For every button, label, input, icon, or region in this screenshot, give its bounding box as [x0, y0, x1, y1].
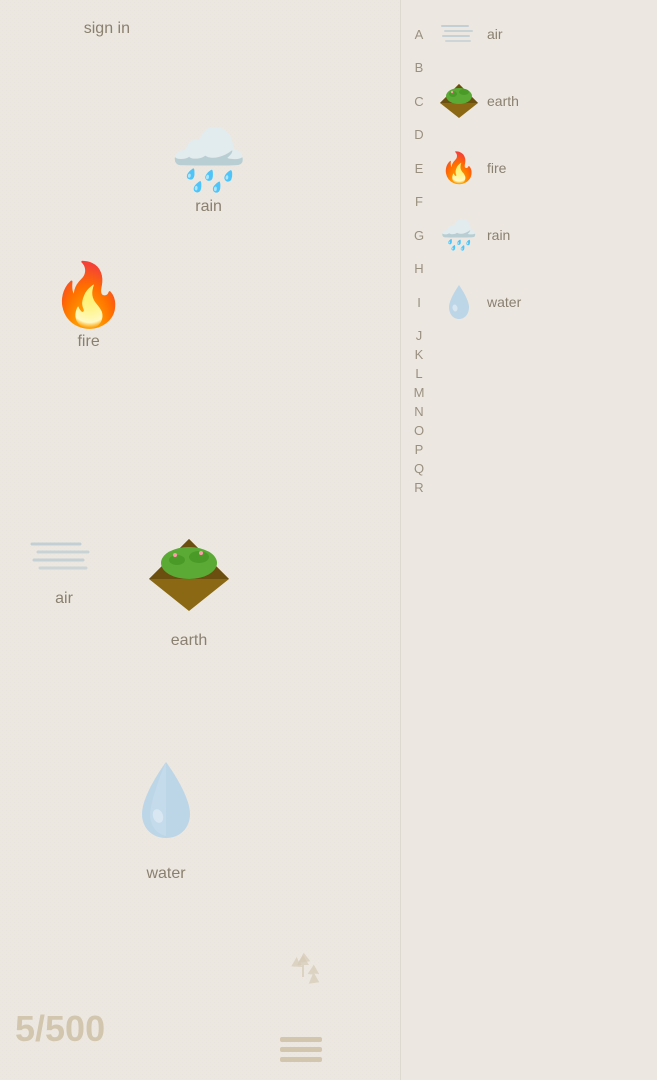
- letter-a: A: [405, 27, 433, 42]
- letter-e: E: [405, 161, 433, 176]
- air-label: air: [55, 590, 73, 608]
- sidebar-air-icon: [437, 12, 481, 56]
- rain-element[interactable]: 🌧️ rain: [170, 130, 247, 216]
- sidebar-item-g[interactable]: G 🌧️ rain: [401, 211, 657, 259]
- earth-icon: [145, 535, 233, 626]
- sidebar-rain-content: 🌧️ rain: [437, 213, 510, 257]
- rain-icon: 🌧️: [170, 130, 247, 192]
- sidebar-rain-icon: 🌧️: [437, 213, 481, 257]
- score-display: 5/500: [15, 1008, 105, 1050]
- sidebar-rain-label: rain: [487, 227, 510, 243]
- rain-label: rain: [195, 198, 222, 216]
- sidebar-water-icon: [437, 280, 481, 324]
- earth-element[interactable]: earth: [145, 535, 233, 650]
- sidebar-item-i[interactable]: I water: [401, 278, 657, 326]
- main-area: sign in 🌧️ rain 🔥 fire air: [0, 0, 400, 1080]
- letter-m: M: [405, 385, 433, 400]
- sidebar-item-b[interactable]: B: [401, 58, 657, 77]
- letter-f: F: [405, 194, 433, 209]
- letter-p: P: [405, 442, 433, 457]
- letter-b: B: [405, 60, 433, 75]
- sidebar-fire-content: 🔥 fire: [437, 146, 506, 190]
- water-label: water: [146, 865, 185, 883]
- alphabet-list: A air B C: [401, 0, 657, 1080]
- sidebar-item-a[interactable]: A air: [401, 10, 657, 58]
- water-element[interactable]: water: [130, 758, 202, 883]
- sidebar-item-j[interactable]: J: [401, 326, 657, 345]
- air-icon: [20, 530, 108, 584]
- letter-d: D: [405, 127, 433, 142]
- water-icon: [130, 758, 202, 859]
- sidebar-item-h[interactable]: H: [401, 259, 657, 278]
- sign-in-button[interactable]: sign in: [84, 20, 130, 38]
- fire-icon: 🔥: [50, 265, 127, 327]
- letter-h: H: [405, 261, 433, 276]
- letter-j: J: [405, 328, 433, 343]
- sidebar: A air B C: [400, 0, 657, 1080]
- fire-element[interactable]: 🔥 fire: [50, 265, 127, 351]
- letter-i: I: [405, 295, 433, 310]
- sidebar-earth-content: earth: [437, 79, 519, 123]
- sidebar-item-q[interactable]: Q: [401, 459, 657, 478]
- letter-k: K: [405, 347, 433, 362]
- sidebar-air-content: air: [437, 12, 503, 56]
- hamburger-line-2: [280, 1047, 322, 1052]
- letter-n: N: [405, 404, 433, 419]
- letter-g: G: [405, 228, 433, 243]
- sidebar-item-k[interactable]: K: [401, 345, 657, 364]
- letter-c: C: [405, 94, 433, 109]
- sidebar-item-n[interactable]: N: [401, 402, 657, 421]
- recycle-icon[interactable]: [280, 949, 326, 1005]
- sidebar-water-content: water: [437, 280, 521, 324]
- earth-label: earth: [171, 632, 207, 650]
- sidebar-item-l[interactable]: L: [401, 364, 657, 383]
- sidebar-item-r[interactable]: R: [401, 478, 657, 497]
- sidebar-air-label: air: [487, 26, 503, 42]
- sidebar-water-label: water: [487, 294, 521, 310]
- sidebar-item-o[interactable]: O: [401, 421, 657, 440]
- hamburger-menu[interactable]: [280, 1037, 322, 1062]
- sidebar-earth-label: earth: [487, 93, 519, 109]
- hamburger-line-1: [280, 1037, 322, 1042]
- sidebar-item-m[interactable]: M: [401, 383, 657, 402]
- sidebar-item-f[interactable]: F: [401, 192, 657, 211]
- letter-q: Q: [405, 461, 433, 476]
- air-element[interactable]: air: [20, 530, 108, 608]
- hamburger-line-3: [280, 1057, 322, 1062]
- sidebar-item-d[interactable]: D: [401, 125, 657, 144]
- letter-r: R: [405, 480, 433, 495]
- fire-label: fire: [77, 333, 99, 351]
- sidebar-item-e[interactable]: E 🔥 fire: [401, 144, 657, 192]
- sidebar-fire-label: fire: [487, 160, 506, 176]
- sidebar-item-c[interactable]: C earth: [401, 77, 657, 125]
- sidebar-item-p[interactable]: P: [401, 440, 657, 459]
- sidebar-earth-icon: [437, 79, 481, 123]
- letter-o: O: [405, 423, 433, 438]
- letter-l: L: [405, 366, 433, 381]
- sidebar-fire-icon: 🔥: [437, 146, 481, 190]
